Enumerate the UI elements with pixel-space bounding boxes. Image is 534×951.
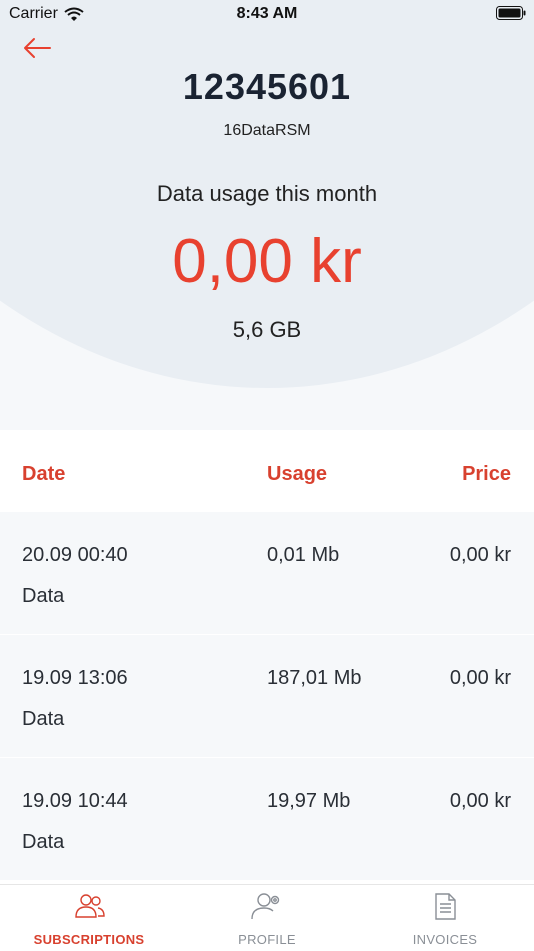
plan-name: 16DataRSM [223, 122, 311, 139]
status-bar: Carrier 8:43 AM [0, 0, 534, 30]
subscription-number: 12345601 [182, 66, 352, 107]
usage-row: 19.09 13:06 Data 187,01 Mb 0,00 kr [0, 635, 534, 757]
battery-icon [496, 6, 526, 20]
tab-subscriptions[interactable]: SUBSCRIPTIONS [0, 885, 178, 951]
usage-amount: 0,00 kr [172, 227, 362, 296]
row-type: Data [22, 585, 65, 607]
row-date: 19.09 13:06 [22, 667, 128, 689]
tab-label: INVOICES [412, 932, 478, 947]
row-price: 0,00 kr [449, 790, 511, 812]
usage-volume: 5,6 GB [232, 317, 302, 342]
row-date: 20.09 00:40 [22, 544, 128, 566]
column-price: Price [462, 463, 511, 485]
row-usage: 19,97 Mb [267, 790, 351, 812]
back-arrow-icon [24, 38, 51, 58]
row-type: Data [22, 831, 65, 853]
user-settings-icon [251, 893, 280, 920]
column-usage: Usage [267, 463, 328, 485]
row-price: 0,00 kr [449, 544, 511, 566]
tab-label: PROFILE [238, 932, 296, 947]
usage-label: Data usage this month [156, 181, 378, 206]
tab-invoices[interactable]: INVOICES [356, 885, 534, 951]
header: 12345601 16DataRSM Data usage this month… [0, 0, 534, 430]
row-usage: 187,01 Mb [267, 667, 362, 689]
table-header: Date Usage Price [0, 430, 534, 512]
row-usage: 0,01 Mb [267, 544, 340, 566]
row-type: Data [22, 708, 65, 730]
tab-profile[interactable]: PROFILE [178, 885, 356, 951]
row-date: 19.09 10:44 [22, 790, 128, 812]
document-icon [435, 893, 456, 920]
tab-bar: SUBSCRIPTIONS PROFILE INVOICES [0, 884, 534, 951]
back-button[interactable] [20, 34, 54, 62]
usage-row: 19.09 10:44 Data 19,97 Mb 0,00 kr [0, 758, 534, 880]
usage-row: 20.09 00:40 Data 0,01 Mb 0,00 kr [0, 512, 534, 634]
status-time: 8:43 AM [236, 5, 298, 22]
row-price: 0,00 kr [449, 667, 511, 689]
users-icon [75, 894, 105, 918]
tab-label: SUBSCRIPTIONS [33, 932, 145, 947]
column-date: Date [22, 463, 66, 485]
